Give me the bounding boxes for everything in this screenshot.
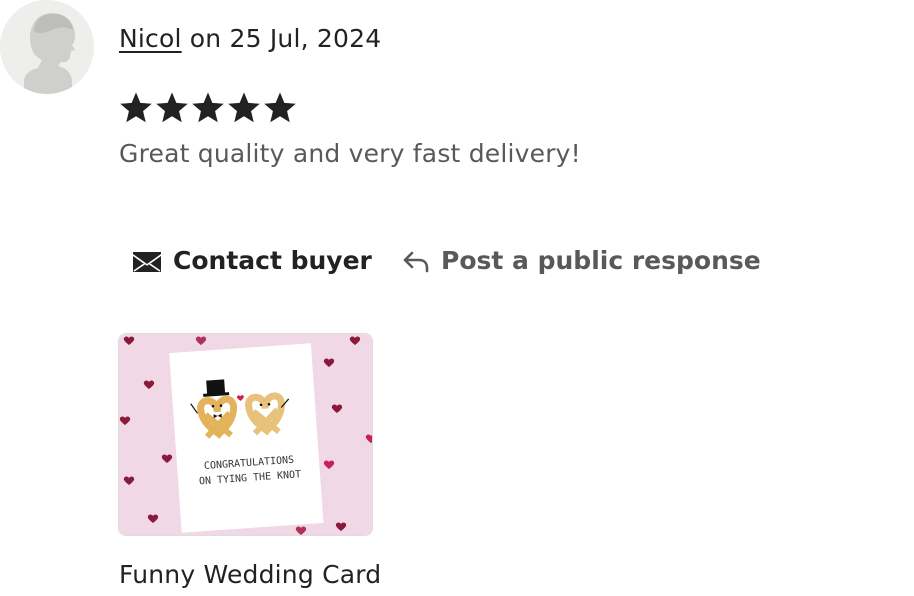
contact-buyer-label: Contact buyer	[173, 245, 372, 275]
star-icon	[192, 92, 224, 123]
review-date: 25 Jul, 2024	[229, 24, 382, 53]
review-meta: Nicol on 25 Jul, 2024	[119, 22, 381, 56]
star-icon	[156, 92, 188, 123]
review-text: Great quality and very fast delivery!	[119, 139, 581, 168]
star-rating	[118, 90, 298, 126]
reviewer-avatar[interactable]	[0, 0, 94, 94]
star-icon	[228, 92, 260, 123]
reviewer-name-link[interactable]: Nicol	[119, 24, 182, 53]
product-thumbnail[interactable]: CONGRATULATIONS ON TYING THE KNOT	[118, 333, 373, 536]
default-avatar-icon	[0, 0, 94, 94]
post-public-response-label: Post a public response	[441, 245, 761, 275]
date-prefix: on	[189, 24, 222, 53]
envelope-icon	[132, 247, 162, 273]
post-public-response-button[interactable]: Post a public response	[402, 240, 761, 280]
star-icon	[264, 92, 296, 123]
contact-buyer-button[interactable]: Contact buyer	[132, 240, 372, 280]
star-icon	[120, 92, 152, 123]
product-title[interactable]: Funny Wedding Card	[119, 558, 381, 592]
product-image: CONGRATULATIONS ON TYING THE KNOT	[119, 334, 372, 535]
reply-arrow-icon	[402, 247, 430, 273]
